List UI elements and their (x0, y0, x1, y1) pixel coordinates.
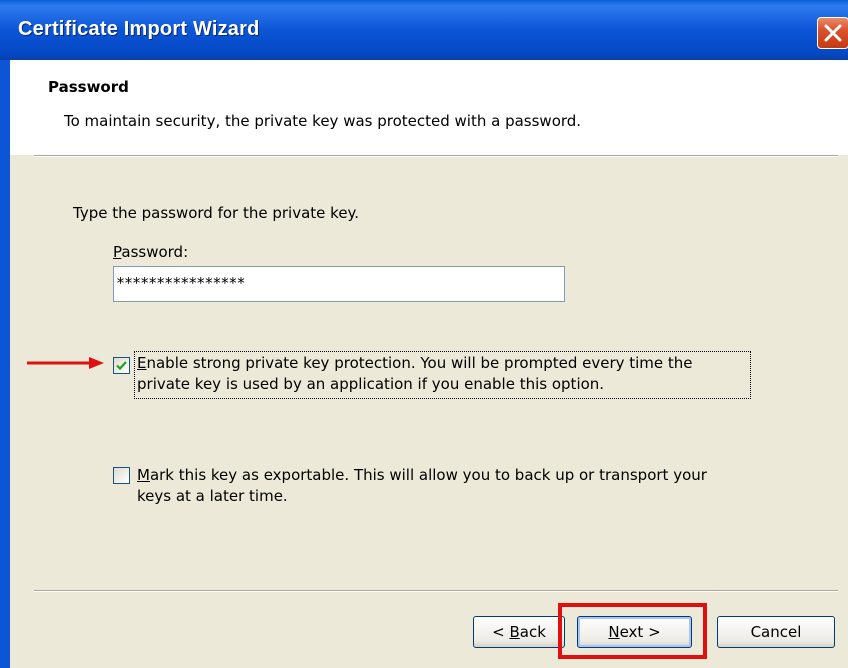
footer-divider (34, 590, 838, 592)
exportable-line2: keys at a later time. (137, 487, 288, 505)
cancel-button[interactable]: Cancel (717, 616, 835, 648)
window-frame-left (0, 60, 10, 668)
close-icon (824, 24, 842, 42)
password-label: Password: (113, 242, 188, 263)
password-field[interactable]: **************** (113, 266, 565, 302)
back-prefix: < (492, 623, 510, 641)
page-subtitle: To maintain security, the private key wa… (64, 112, 582, 130)
strong-protection-checkbox[interactable] (113, 357, 130, 374)
exportable-label[interactable]: Mark this key as exportable. This will a… (137, 465, 707, 507)
red-arrow-annotation (27, 357, 104, 369)
checkmark-icon (116, 361, 127, 371)
back-mnemonic: B (509, 623, 520, 641)
title-bar[interactable]: Certificate Import Wizard (0, 0, 848, 60)
back-button[interactable]: < Back (473, 616, 565, 648)
red-highlight-annotation (558, 603, 707, 659)
exportable-checkbox[interactable] (113, 467, 130, 484)
strong-protection-line2: private key is used by an application if… (137, 375, 605, 393)
close-button[interactable] (817, 17, 848, 49)
strong-protection-label[interactable]: Enable strong private key protection. Yo… (137, 353, 693, 395)
header-divider (34, 155, 838, 157)
strong-protection-line1: nable strong private key protection. You… (146, 354, 693, 372)
window-title: Certificate Import Wizard (18, 18, 260, 40)
password-label-text: assword: (121, 243, 189, 261)
password-instruction: Type the password for the private key. (73, 204, 360, 222)
wizard-header: Password To maintain security, the priva… (10, 60, 848, 155)
page-title: Password (48, 78, 129, 96)
exportable-mnemonic: M (137, 466, 150, 484)
back-label: ack (519, 623, 546, 641)
exportable-line1: ark this key as exportable. This will al… (149, 466, 707, 484)
